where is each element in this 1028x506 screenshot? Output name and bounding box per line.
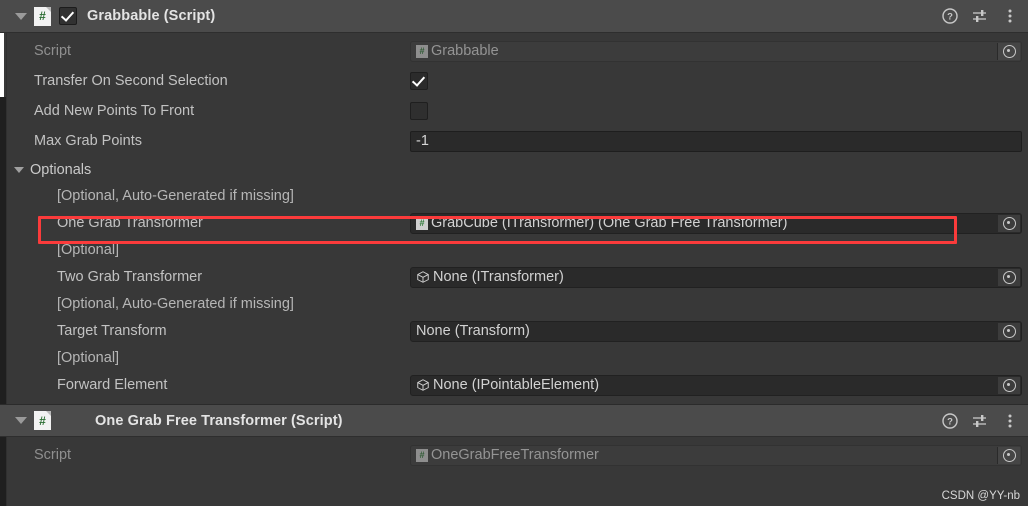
add-new-points-to-front-checkbox[interactable] [410, 102, 428, 120]
component-header-one-grab-free-transformer[interactable]: # One Grab Free Transformer (Script) ? [0, 404, 1028, 437]
transfer-on-second-selection-checkbox[interactable] [410, 72, 428, 90]
watermark: CSDN @YY-nb [942, 490, 1020, 502]
optional-note: [Optional, Auto-Generated if missing] [0, 184, 1028, 208]
optional-note: [Optional, Auto-Generated if missing] [0, 292, 1028, 316]
object-field-value: None (IPointableElement) [433, 375, 599, 395]
target-icon [1003, 449, 1016, 462]
component-header-actions: ? [942, 0, 1018, 32]
object-picker-button[interactable] [997, 269, 1020, 286]
property-row-target-transform: Target Transform None (Transform) [0, 316, 1028, 346]
object-field-value: OneGrabFreeTransformer [431, 445, 599, 465]
component-body-grabbable: Script # Grabbable Transfer On Second Se… [0, 33, 1028, 404]
help-icon[interactable]: ? [942, 413, 958, 429]
optionals-foldout[interactable]: Optionals [0, 156, 1028, 184]
object-picker-button[interactable] [997, 215, 1020, 232]
property-field: None (IPointableElement) [410, 375, 1028, 396]
cube-icon [416, 270, 430, 284]
property-label: Transfer On Second Selection [0, 73, 410, 89]
target-icon [1003, 45, 1016, 58]
optional-note: [Optional] [0, 238, 1028, 262]
object-picker-button[interactable] [997, 377, 1020, 394]
property-field: # Grabbable [410, 41, 1028, 62]
property-field: -1 [410, 131, 1028, 152]
property-row-transfer-on-second-selection: Transfer On Second Selection [0, 66, 1028, 96]
object-field-target-transform[interactable]: None (Transform) [410, 321, 1022, 342]
script-file-icon: # [34, 7, 51, 26]
object-field-one-grab-transformer[interactable]: # GrabCube (ITransformer) (One Grab Free… [410, 213, 1022, 234]
svg-text:?: ? [947, 416, 953, 427]
script-file-icon: # [416, 217, 428, 230]
component-title: One Grab Free Transformer (Script) [95, 413, 343, 429]
property-field [410, 102, 1028, 120]
property-label: One Grab Transformer [0, 215, 410, 231]
object-field-two-grab-transformer[interactable]: None (ITransformer) [410, 267, 1022, 288]
script-file-icon: # [34, 411, 51, 430]
component-header-grabbable[interactable]: # Grabbable (Script) ? [0, 0, 1028, 33]
component-header-actions: ? [942, 405, 1018, 436]
property-label: Script [0, 447, 410, 463]
property-field: None (Transform) [410, 321, 1028, 342]
script-file-icon: # [416, 449, 428, 462]
target-icon [1003, 325, 1016, 338]
more-menu-icon[interactable] [1002, 413, 1018, 429]
property-row-two-grab-transformer: Two Grab Transformer None (ITransformer) [0, 262, 1028, 292]
max-grab-points-input[interactable]: -1 [410, 131, 1022, 152]
target-icon [1003, 379, 1016, 392]
preset-icon[interactable] [972, 413, 988, 429]
object-field-script: # Grabbable [410, 41, 1022, 62]
property-field: # OneGrabFreeTransformer [410, 445, 1028, 466]
optionals-label: Optionals [30, 162, 91, 178]
object-field-script: # OneGrabFreeTransformer [410, 445, 1022, 466]
more-menu-icon[interactable] [1002, 8, 1018, 24]
help-icon[interactable]: ? [942, 8, 958, 24]
property-label: Max Grab Points [0, 133, 410, 149]
target-icon [1003, 271, 1016, 284]
property-row-forward-element: Forward Element None (IPointableElement) [0, 370, 1028, 400]
component-enabled-checkbox[interactable] [59, 7, 77, 25]
property-label: Forward Element [0, 377, 410, 393]
property-field: # GrabCube (ITransformer) (One Grab Free… [410, 213, 1028, 234]
property-row-max-grab-points: Max Grab Points -1 [0, 126, 1028, 156]
object-field-value: None (Transform) [416, 321, 530, 341]
object-field-forward-element[interactable]: None (IPointableElement) [410, 375, 1022, 396]
object-field-value: None (ITransformer) [433, 267, 564, 287]
component-body-one-grab-free-transformer: Script # OneGrabFreeTransformer [0, 437, 1028, 470]
property-row-add-new-points-to-front: Add New Points To Front [0, 96, 1028, 126]
property-label: Target Transform [0, 323, 410, 339]
foldout-arrow-icon[interactable] [14, 414, 28, 428]
property-label: Script [0, 43, 410, 59]
svg-text:?: ? [947, 12, 953, 23]
object-picker-button [997, 43, 1020, 60]
object-picker-button [997, 447, 1020, 464]
object-picker-button[interactable] [997, 323, 1020, 340]
property-label: Add New Points To Front [0, 103, 410, 119]
object-field-value: GrabCube (ITransformer) (One Grab Free T… [431, 213, 787, 233]
script-file-icon: # [416, 45, 428, 58]
foldout-arrow-icon[interactable] [14, 167, 24, 173]
property-row-script: Script # Grabbable [0, 36, 1028, 66]
property-row-one-grab-transformer: One Grab Transformer # GrabCube (ITransf… [0, 208, 1028, 238]
property-label: Two Grab Transformer [0, 269, 410, 285]
cube-icon [416, 378, 430, 392]
property-row-script: Script # OneGrabFreeTransformer [0, 440, 1028, 470]
unity-inspector-panel: # Grabbable (Script) ? [0, 0, 1028, 506]
optional-note: [Optional] [0, 346, 1028, 370]
preset-icon[interactable] [972, 8, 988, 24]
component-title: Grabbable (Script) [87, 8, 215, 24]
target-icon [1003, 217, 1016, 230]
object-field-value: Grabbable [431, 41, 499, 61]
property-field: None (ITransformer) [410, 267, 1028, 288]
foldout-arrow-icon[interactable] [14, 9, 28, 23]
property-field [410, 72, 1028, 90]
